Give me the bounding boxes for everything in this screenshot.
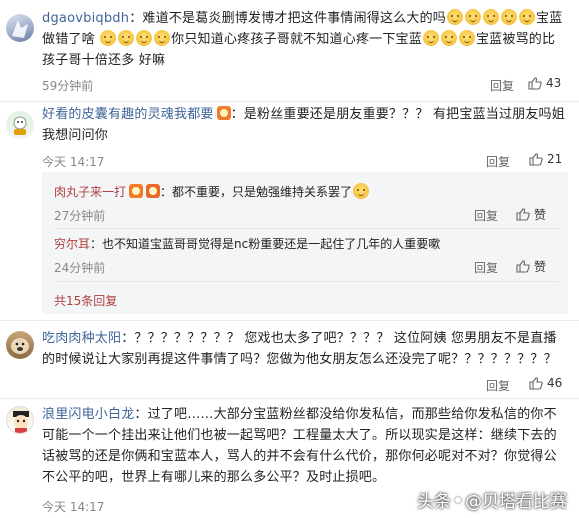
sub-reply-username[interactable]: 肉丸子来一打 (54, 185, 126, 199)
more-replies-link[interactable]: 共15条回复 (54, 292, 117, 309)
sub-reply-time: 24分钟前 (54, 261, 106, 275)
emoji-icon (353, 183, 370, 199)
emoji-icon (422, 30, 439, 46)
emoji-icon (136, 30, 153, 46)
username[interactable]: 浪里闪电小白龙 (42, 407, 134, 422)
watermark-prefix: 头条 (417, 492, 451, 512)
sub-reply-2: 穷尔耳：也不知道宝蓝哥哥觉得是nc粉重要还是一起住了几年的人重要嗽 (54, 237, 441, 251)
like-count: 43 (546, 76, 562, 90)
like-label: 赞 (534, 260, 547, 274)
emoji-icon (447, 9, 463, 25)
avatar[interactable] (6, 331, 34, 359)
thumbs-up-icon (529, 376, 543, 390)
username[interactable]: 吃肉肉种太阳 (42, 331, 121, 346)
divider (0, 101, 579, 102)
emoji-icon (483, 9, 499, 25)
sub-reply-time: 27分钟前 (54, 209, 106, 223)
thumbs-up-icon (516, 260, 530, 273)
avatar[interactable] (6, 406, 34, 434)
like-button[interactable]: 赞 (516, 258, 546, 275)
divider (0, 320, 579, 321)
thumbs-up-icon (516, 208, 530, 221)
comment-text: 吃肉肉种太阳：？？？？？？？？ 您戏也太多了吧？？？？ 这位阿姨 您男朋友不是直… (42, 331, 557, 367)
reply-button[interactable]: 回复 (474, 259, 498, 276)
emoji-icon (118, 30, 135, 46)
sub-replies-panel: 肉丸子来一打 ：都不重要，只是勉强维持关系罢了 27分钟前 回复 赞 穷尔耳：也不… (42, 172, 568, 314)
fan-badge-icon (129, 184, 144, 198)
divider (0, 398, 579, 399)
like-count: 21 (547, 152, 563, 166)
thumbs-up-icon (529, 152, 543, 166)
fan-badge-icon (216, 106, 231, 120)
divider (54, 228, 558, 229)
comment-time: 今天 14:17 (42, 500, 105, 514)
avatar[interactable] (6, 111, 34, 139)
reply-button[interactable]: 回复 (486, 377, 510, 394)
comment-time: 今天 14:17 (42, 155, 105, 169)
comment-text: dgaovbiqbdh：难道不是葛炎删博发博才把这件事情闹得这么大的吗 宝蓝做错了… (42, 9, 563, 68)
emoji-icon (458, 30, 475, 46)
like-button[interactable]: 46 (529, 376, 562, 390)
emoji-icon (465, 9, 481, 25)
comment-text: 浪里闪电小白龙：过了吧……大部分宝蓝粉丝都没给你发私信，而那些给你发私信的你不可… (42, 407, 557, 485)
emoji-icon (154, 30, 171, 46)
emoji-icon (519, 9, 535, 25)
emoji-icon (100, 30, 117, 46)
emoji-icon (440, 30, 457, 46)
like-button[interactable]: 赞 (516, 206, 546, 223)
username[interactable]: dgaovbiqbdh (42, 11, 129, 26)
emoji-icon (501, 9, 517, 25)
comment-time: 59分钟前 (42, 79, 94, 93)
thumbs-up-icon (528, 76, 542, 90)
avatar[interactable] (6, 14, 34, 42)
sub-reply-username[interactable]: 穷尔耳 (54, 237, 90, 251)
username[interactable]: 好看的皮囊有趣的灵魂我都要 (42, 107, 214, 122)
watermark: 头条 @贝塔看比赛 (417, 487, 567, 512)
comment-text: 好看的皮囊有趣的灵魂我都要 ：是粉丝重要还是朋友重要？？？ 有把宝蓝当过朋友吗姐我… (42, 106, 565, 143)
like-label: 赞 (534, 208, 547, 222)
like-button[interactable]: 43 (528, 76, 561, 90)
fan-badge-icon (146, 184, 161, 198)
reply-button[interactable]: 回复 (474, 207, 498, 224)
sub-reply-1: 肉丸子来一打 ：都不重要，只是勉强维持关系罢了 (54, 182, 558, 202)
divider (54, 281, 558, 282)
reply-button[interactable]: 回复 (486, 153, 510, 170)
like-button[interactable]: 21 (529, 152, 562, 166)
reply-button[interactable]: 回复 (490, 77, 514, 94)
watermark-handle: @贝塔看比赛 (465, 492, 567, 512)
watermark-dot-icon (455, 496, 461, 503)
like-count: 46 (547, 376, 563, 390)
